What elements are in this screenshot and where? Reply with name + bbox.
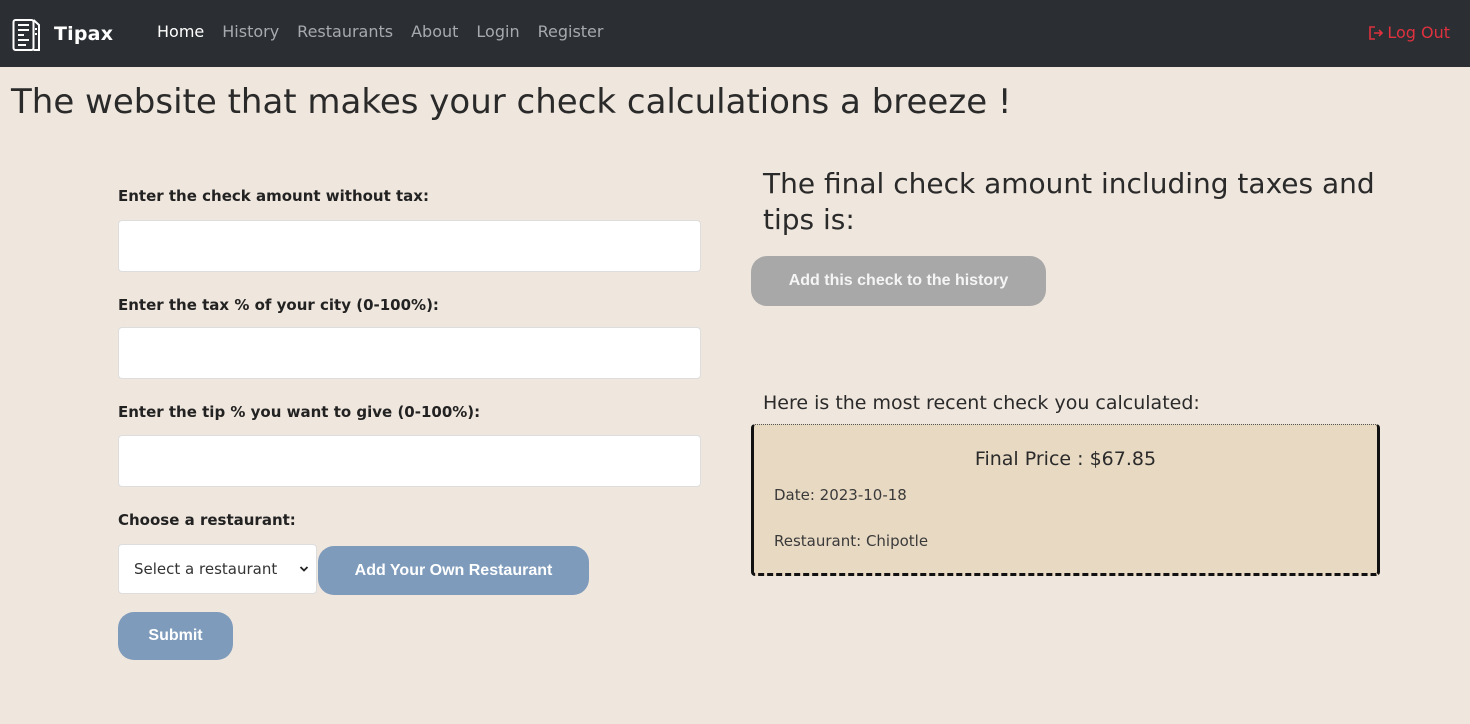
restaurant-select[interactable]: Select a restaurant [118,544,317,594]
check-amount-input[interactable] [118,220,701,272]
brand[interactable]: Tipax [12,16,113,52]
chevron-down-icon [299,566,309,572]
navbar: Tipax Home History Restaurants About Log… [0,0,1470,67]
nav-link-history[interactable]: History [222,22,279,41]
check-amount-label: Enter the check amount without tax: [118,187,429,205]
nav-link-home[interactable]: Home [157,22,204,41]
tax-input[interactable] [118,327,701,379]
tax-label: Enter the tax % of your city (0-100%): [118,296,439,314]
logout-button[interactable]: Log Out [1368,23,1450,42]
final-amount-heading: The final check amount including taxes a… [763,167,1375,236]
check-date: Date: 2023-10-18 [774,486,907,504]
logout-arrow-icon [1369,25,1384,40]
tip-label: Enter the tip % you want to give (0-100%… [118,403,481,421]
receipt-document-icon [12,19,40,51]
add-restaurant-button[interactable]: Add Your Own Restaurant [318,546,589,595]
recent-check-label: Here is the most recent check you calcul… [763,392,1200,414]
nav-links: Home History Restaurants About Login Reg… [157,22,621,41]
nav-link-restaurants[interactable]: Restaurants [297,22,393,41]
check-restaurant: Restaurant: Chipotle [774,532,929,550]
tip-input[interactable] [118,435,701,487]
brand-name: Tipax [54,23,114,45]
nav-link-about[interactable]: About [411,22,458,41]
nav-link-register[interactable]: Register [538,22,604,41]
add-to-history-button[interactable]: Add this check to the history [751,256,1046,306]
logout-label: Log Out [1387,23,1450,42]
page-headline: The website that makes your check calcul… [11,82,1012,122]
final-price: Final Price : $67.85 [974,448,1157,470]
restaurant-label: Choose a restaurant: [118,511,296,529]
restaurant-select-value: Select a restaurant [134,560,278,578]
recent-check-card: Final Price : $67.85 Date: 2023-10-18 Re… [751,424,1380,576]
submit-button[interactable]: Submit [118,612,233,660]
nav-link-login[interactable]: Login [476,22,519,41]
